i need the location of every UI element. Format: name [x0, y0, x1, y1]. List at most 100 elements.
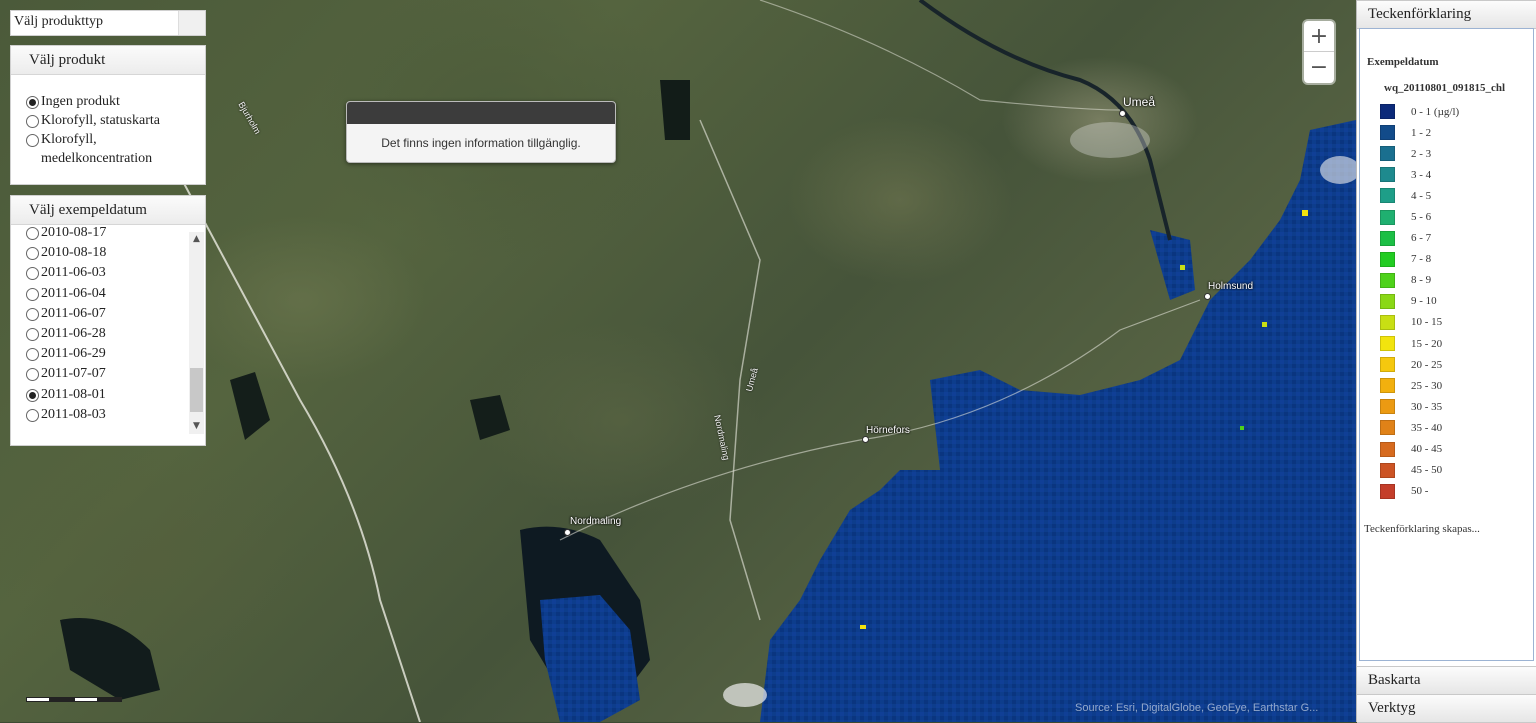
info-popup: Det finns ingen information tillgänglig. [346, 101, 616, 163]
legend-label: 9 - 10 [1411, 295, 1437, 308]
legend-swatch [1380, 420, 1395, 436]
product-panel-title[interactable]: Välj produkt [11, 46, 205, 75]
product-option[interactable]: Klorofyll, statuskarta [21, 111, 205, 130]
date-option-label: 2011-06-03 [41, 265, 106, 281]
radio-button[interactable] [26, 134, 39, 147]
place-label-nordmaling: Nordmaling [570, 516, 622, 527]
radio-button[interactable] [26, 96, 39, 109]
date-option-label: 2011-07-07 [41, 366, 106, 382]
radio-button[interactable] [26, 307, 39, 321]
legend-swatch [1380, 146, 1395, 162]
legend-layer-name: wq_20110801_091815_chl [1384, 82, 1506, 94]
legend-label: 15 - 20 [1411, 337, 1443, 350]
product-type-select[interactable]: Välj produkttyp [10, 10, 206, 36]
legend-row: 3 - 4 [1380, 164, 1459, 185]
legend-swatch [1380, 462, 1395, 478]
legend-label: 10 - 15 [1411, 316, 1443, 329]
legend-swatch [1380, 188, 1395, 204]
legend-row: 5 - 6 [1380, 206, 1459, 227]
legend-swatch [1380, 125, 1395, 141]
radio-button[interactable] [26, 328, 39, 342]
legend-swatch [1380, 230, 1395, 246]
verktyg-header[interactable]: Verktyg [1357, 694, 1536, 723]
legend-row: 7 - 8 [1380, 249, 1459, 270]
radio-button[interactable] [26, 408, 39, 422]
legend-row: 9 - 10 [1380, 291, 1459, 312]
date-option-label: 2011-06-07 [41, 305, 106, 321]
date-option[interactable]: 2011-06-03 [11, 263, 179, 283]
product-option-label: Klorofyll, statuskarta [41, 113, 160, 128]
legend-header[interactable]: Teckenförklaring [1357, 0, 1536, 29]
radio-button[interactable] [26, 247, 39, 261]
date-option[interactable]: 2011-06-04 [11, 284, 179, 304]
legend-row: 6 - 7 [1380, 228, 1459, 249]
date-option-label: 2011-06-04 [41, 285, 106, 301]
legend-swatch [1380, 336, 1395, 352]
date-option[interactable]: 2010-08-17 [11, 223, 179, 243]
legend-swatch [1380, 314, 1395, 330]
lake [470, 395, 510, 440]
legend-row: 25 - 30 [1380, 375, 1459, 396]
map-attribution: Source: Esri, DigitalGlobe, GeoEye, Eart… [1075, 702, 1319, 714]
date-option[interactable]: 2011-08-01 [11, 385, 179, 405]
date-option-label: 2011-08-01 [41, 386, 106, 402]
baskarta-header[interactable]: Baskarta [1357, 666, 1536, 695]
legend-swatch [1380, 399, 1395, 415]
date-option[interactable]: 2011-06-29 [11, 344, 179, 364]
product-radio-list: Ingen produkt Klorofyll, statuskarta Kloro… [11, 75, 205, 168]
date-panel-title[interactable]: Välj exempeldatum [11, 196, 205, 225]
scroll-thumb[interactable] [190, 368, 203, 412]
legend-label: 7 - 8 [1411, 253, 1432, 266]
legend-label: 50 - [1411, 485, 1429, 498]
chl-spot [1180, 265, 1185, 270]
radio-button[interactable] [26, 267, 39, 281]
date-option-label: 2011-06-29 [41, 346, 106, 362]
product-option-label: Ingen produkt [41, 94, 120, 109]
legend-swatch [1380, 483, 1395, 499]
date-option-label: 2011-06-28 [41, 326, 106, 342]
product-option[interactable]: Klorofyll, medelkoncentration [21, 130, 205, 168]
radio-button[interactable] [26, 227, 39, 240]
legend-label: 40 - 45 [1411, 443, 1443, 456]
scroll-up-icon[interactable]: ▲ [189, 232, 204, 247]
legend-row: 35 - 40 [1380, 417, 1459, 438]
date-option-label: 2010-08-17 [41, 225, 107, 240]
popup-message: Det finns ingen information tillgänglig. [381, 136, 581, 150]
date-option[interactable]: 2011-07-07 [11, 364, 179, 384]
legend-label: 0 - 1 (µg/l) [1411, 105, 1460, 118]
radio-button[interactable] [26, 388, 39, 402]
date-option[interactable]: 2011-06-07 [11, 304, 179, 324]
date-radio-list: 2010-08-17 2010-08-18 2011-06-03 2011-06-04… [11, 223, 179, 428]
legend-label: 4 - 5 [1411, 189, 1432, 202]
legend-title: Exempeldatum [1367, 56, 1439, 68]
legend-swatch [1380, 378, 1395, 394]
date-option[interactable]: 2011-06-28 [11, 324, 179, 344]
dropdown-arrow-icon[interactable] [178, 11, 205, 35]
legend-row: 0 - 1 (µg/l) [1380, 101, 1459, 122]
radio-button[interactable] [26, 115, 39, 128]
date-option[interactable]: 2011-08-03 [11, 405, 179, 425]
legend-row: 8 - 9 [1380, 270, 1459, 291]
legend-label: 5 - 6 [1411, 211, 1432, 224]
radio-button[interactable] [26, 287, 39, 301]
zoom-in-button[interactable]: + [1304, 21, 1334, 51]
date-panel: Välj exempeldatum 2010-08-17 2010-08-18 20… [10, 195, 206, 446]
date-option[interactable]: 2010-08-18 [11, 243, 179, 263]
chl-spot [860, 625, 866, 629]
legend-label: 3 - 4 [1411, 168, 1432, 181]
radio-button[interactable] [26, 348, 39, 362]
scroll-down-icon[interactable]: ▼ [189, 419, 204, 434]
right-sidebar: Teckenförklaring Exempeldatum wq_2011080… [1356, 0, 1536, 723]
legend-swatch [1380, 293, 1395, 309]
river [918, 0, 1172, 241]
legend-swatch [1380, 104, 1395, 120]
legend-label: 6 - 7 [1411, 232, 1432, 245]
zoom-control: + − [1304, 21, 1334, 83]
chl-spot [1240, 426, 1244, 430]
legend-swatch [1380, 441, 1395, 457]
place-label-hornefors: Hörnefors [866, 425, 910, 436]
radio-button[interactable] [26, 368, 39, 382]
product-option[interactable]: Ingen produkt [21, 92, 205, 111]
date-list-scrollbar[interactable]: ▲ ▼ [189, 232, 204, 434]
zoom-out-button[interactable]: − [1304, 51, 1334, 82]
